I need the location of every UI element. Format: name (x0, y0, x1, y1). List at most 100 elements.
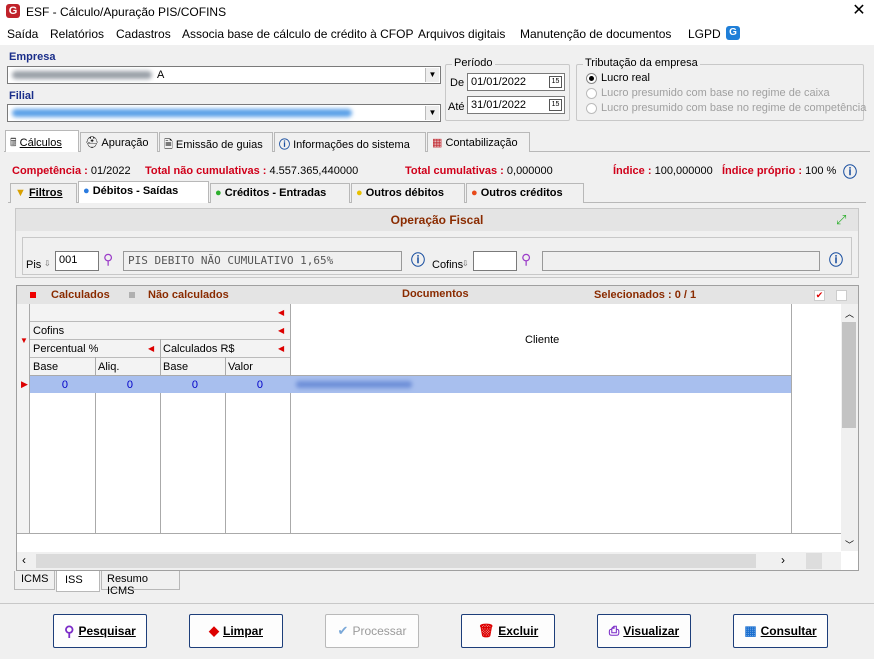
scroll-left-icon[interactable]: ‹ (22, 553, 26, 567)
cliente-header: Cliente (525, 334, 560, 346)
ate-label: Até (448, 101, 465, 113)
pis-description: PIS DEBITO NÃO CUMULATIVO 1,65% (123, 251, 402, 271)
radio-presumido-competencia[interactable] (586, 103, 597, 114)
calendar-icon[interactable]: 15 (549, 99, 562, 111)
menu-lgpd[interactable]: LGPD (688, 27, 721, 41)
chevron-down-icon[interactable]: ▼ (425, 68, 439, 82)
horizontal-scroll-thumb[interactable] (36, 554, 756, 568)
pis-code-input[interactable]: 001 (55, 251, 99, 271)
tab-contabilizacao-label: Contabilização (445, 137, 518, 149)
menu-manutencao-documentos[interactable]: Manutenção de documentos (520, 27, 671, 41)
tab-icms[interactable]: ICMS (14, 571, 55, 590)
green-dot-icon: ● (215, 187, 222, 199)
menu-arquivos-digitais[interactable]: Arquivos digitais (418, 27, 505, 41)
collapse-arrow-icon[interactable]: ◀ (278, 308, 284, 317)
limpar-button[interactable]: ◆ Limpar (189, 614, 283, 648)
expand-icon[interactable]: ⤢ (836, 212, 846, 228)
tab-apuracao-label: Apuração (101, 137, 149, 149)
scroll-down-icon[interactable]: ﹀ (845, 538, 854, 551)
info-icon[interactable]: ⓘ (829, 250, 843, 270)
row-cliente-redacted (296, 381, 412, 388)
indice-proprio-value: 100 % (805, 165, 837, 177)
chevron-down-icon[interactable]: ▼ (425, 106, 439, 120)
tab-emissao-label: Emissão de guias (175, 139, 263, 151)
pesquisar-button[interactable]: ⚲ Pesquisar (53, 614, 147, 648)
menu-cadastros[interactable]: Cadastros (116, 27, 171, 41)
scroll-right-icon[interactable]: › (781, 553, 785, 567)
tab-outros-debitos[interactable]: ● Outros débitos (351, 183, 465, 203)
tab-calculos[interactable]: 🖩 Cálculos (5, 130, 79, 152)
col-line (791, 304, 792, 533)
filial-combo[interactable]: ▼ (7, 104, 441, 122)
pesquisar-label: Pesquisar (78, 624, 136, 638)
tab-filtros[interactable]: ▼ Filtros (10, 183, 77, 203)
filter-icon: ▼ (15, 187, 26, 199)
consultar-label: Consultar (760, 624, 817, 638)
title-bar: G ESF - Cálculo/Apuração PIS/COFINS ✕ (0, 0, 874, 24)
empresa-combo[interactable]: A ▼ (7, 66, 441, 84)
menu-bar: Saída Relatórios Cadastros Associa base … (0, 24, 874, 45)
row-valor: 0 (256, 379, 263, 391)
presumido-caixa-label: Lucro presumido com base no regime de ca… (601, 87, 830, 99)
menu-saida[interactable]: Saída (7, 27, 38, 41)
collapse-arrow-icon[interactable]: ◀ (278, 344, 284, 353)
processar-button[interactable]: ✔ Processar (325, 614, 419, 648)
tab-informacoes-sistema[interactable]: ⓘ Informações do sistema (274, 132, 426, 152)
close-icon[interactable]: ✕ (848, 1, 870, 21)
tab-outros-creditos[interactable]: ● Outros créditos (466, 183, 584, 203)
scroll-up-icon[interactable]: ︿ (845, 307, 854, 320)
tab-emissao-guias[interactable]: 🗎 Emissão de guias (159, 132, 273, 152)
info-icon[interactable]: ⓘ (843, 162, 857, 182)
sort-desc-icon[interactable]: ▼ (20, 336, 28, 345)
check-icon: ✔ (337, 623, 349, 638)
vertical-scroll-thumb[interactable] (842, 322, 856, 428)
selecionados-count: Selecionados : 0 / 1 (594, 289, 697, 301)
collapse-arrow-icon[interactable]: ◀ (278, 326, 284, 335)
row-pointer-icon: ▶ (21, 379, 28, 389)
sort-icon: ⇩ (462, 259, 469, 268)
orange-dot-icon: ● (471, 187, 478, 199)
menu-relatorios[interactable]: Relatórios (50, 27, 104, 41)
info-icon[interactable]: ⓘ (411, 250, 425, 270)
tab-apuracao[interactable]: ⛑ Apuração (80, 132, 158, 152)
de-date-input[interactable]: 01/01/2022 15 (467, 73, 565, 91)
unselect-checkbox[interactable] (836, 290, 847, 301)
row-aliq: 0 (126, 379, 133, 391)
ate-date-input[interactable]: 31/01/2022 15 (467, 96, 565, 114)
radio-presumido-caixa[interactable] (586, 88, 597, 99)
radio-lucro-real[interactable] (586, 73, 597, 84)
tab-contabilizacao[interactable]: ▦ Contabilização (427, 132, 530, 152)
tab-creditos-entradas[interactable]: ● Créditos - Entradas (210, 183, 350, 203)
indice-label: Índice : (613, 165, 652, 177)
hdr-line (30, 321, 291, 322)
calendar-icon[interactable]: 15 (549, 76, 562, 88)
select-all-checkbox[interactable]: ✔ (814, 290, 825, 301)
sort-icon: ⇩ (44, 259, 51, 268)
total-nc-value: 4.557.365,440000 (269, 165, 359, 177)
search-icon: ⚲ (64, 622, 75, 639)
menu-associa-base[interactable]: Associa base de cálculo de crédito à CFO… (182, 27, 413, 41)
search-icon[interactable]: ⚲ (521, 251, 531, 268)
indice-proprio: Índice próprio : 100 % (722, 165, 836, 177)
consultar-button[interactable]: ▦ Consultar (733, 614, 828, 648)
tab-resumo-icms[interactable]: Resumo ICMS (101, 571, 180, 597)
col-line (290, 304, 291, 533)
search-icon[interactable]: ⚲ (103, 251, 113, 268)
competencia-label: Competência : (12, 165, 88, 177)
window-title: ESF - Cálculo/Apuração PIS/COFINS (26, 5, 227, 19)
app-logo-icon: G (6, 4, 20, 18)
tab-debitos-saidas[interactable]: ● Débitos - Saídas (78, 181, 209, 203)
cofins-code-input[interactable] (473, 251, 517, 271)
lgpd-g-icon[interactable]: G (726, 26, 740, 40)
excluir-button[interactable]: 🗑 Excluir (461, 614, 555, 648)
not-calculated-legend-icon (129, 292, 135, 298)
empresa-label: Empresa (9, 51, 56, 63)
tab-outros-debitos-label: Outros débitos (365, 187, 444, 199)
calculados-rs-header: Calculados R$ (163, 343, 235, 355)
summary-bar: Competência : 01/2022 (12, 165, 131, 177)
row-base: 0 (61, 379, 68, 391)
collapse-arrow-icon[interactable]: ◀ (148, 344, 154, 353)
empresa-value: A (157, 69, 165, 81)
tab-iss[interactable]: ISS (56, 571, 100, 592)
visualizar-button[interactable]: ⎙ Visualizar (597, 614, 691, 648)
